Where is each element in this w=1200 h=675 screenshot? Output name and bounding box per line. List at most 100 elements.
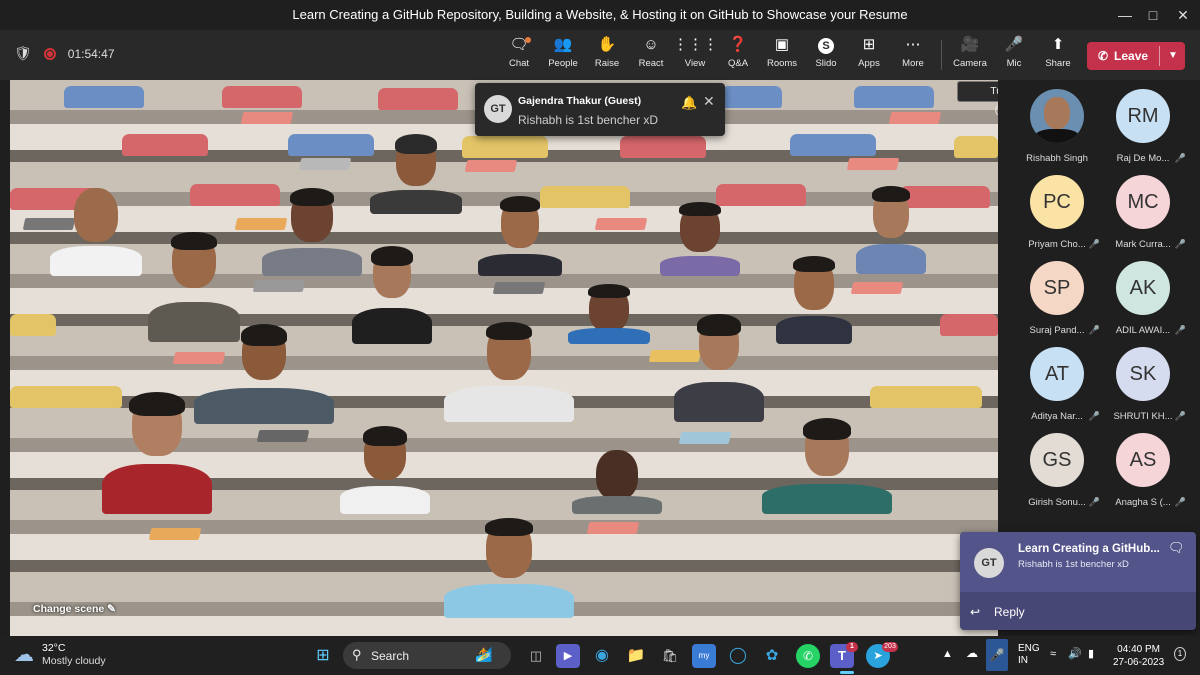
seat xyxy=(940,314,998,336)
maximize-icon[interactable]: □ xyxy=(1136,0,1170,30)
chevron-down-icon[interactable]: ▼ xyxy=(1161,42,1185,70)
participant-video[interactable] xyxy=(50,188,142,276)
participant-video[interactable] xyxy=(674,314,764,422)
participant-tile[interactable]: MC Mark Curra... 🎤 xyxy=(1098,166,1188,252)
whatsapp-icon[interactable]: ✆ xyxy=(796,644,820,668)
participant-video[interactable] xyxy=(262,188,362,276)
participant-video[interactable] xyxy=(102,392,212,514)
windows-start-icon[interactable]: ⊞ xyxy=(311,644,335,668)
language-indicator[interactable]: ENG IN xyxy=(1018,643,1040,667)
avatar: RM xyxy=(1116,89,1170,143)
leave-main[interactable]: ✆ Leave xyxy=(1087,42,1159,70)
qa-icon: ❓ xyxy=(728,36,748,53)
seat xyxy=(10,314,56,336)
raise-hand-button[interactable]: ✋ Raise xyxy=(585,34,629,76)
mysql-icon[interactable]: my xyxy=(692,644,716,668)
participant-video[interactable] xyxy=(444,518,574,618)
avatar: AT xyxy=(1030,347,1084,401)
participant-video[interactable] xyxy=(194,324,334,424)
seat xyxy=(122,134,208,156)
share-button[interactable]: ⬆ Share xyxy=(1036,34,1080,76)
mic-off-icon: 🎤 xyxy=(1174,411,1186,421)
weather-widget[interactable]: ☁ 32°C Mostly cloudy xyxy=(14,642,106,667)
reply-button[interactable]: ↩ Reply xyxy=(960,594,1196,630)
participant-video[interactable] xyxy=(762,418,892,514)
qa-button[interactable]: ❓ Q&A xyxy=(716,34,760,76)
participant-video[interactable] xyxy=(352,246,432,344)
meet-icon[interactable]: ▶ xyxy=(556,644,580,668)
participant-video[interactable] xyxy=(444,322,574,422)
task-view-icon[interactable]: ◫ xyxy=(524,644,548,668)
participant-tile[interactable]: AS Anagha S (... 🎤 xyxy=(1098,424,1188,510)
battery-icon[interactable]: ▮ xyxy=(1088,647,1094,660)
participant-tile[interactable]: RM Raj De Mo... 🎤 xyxy=(1098,80,1188,166)
teams-icon[interactable]: T1 xyxy=(830,642,858,668)
edge-icon[interactable]: ◉ xyxy=(590,644,614,668)
people-icon: 👥 xyxy=(553,36,573,53)
smiley-icon: ☺ xyxy=(643,36,659,53)
participant-tile[interactable]: AK ADIL AWAI... 🎤 xyxy=(1098,252,1188,338)
notebook xyxy=(148,528,202,540)
wifi-icon[interactable]: ≈ xyxy=(1050,648,1056,660)
participant-tile[interactable]: SK SHRUTI KH... 🎤 xyxy=(1098,338,1188,424)
store-icon[interactable]: 🛍 xyxy=(658,644,682,668)
taskbar-search[interactable]: ⚲ Search 🏄 xyxy=(343,642,511,669)
change-scene-button[interactable]: Change scene ✎ xyxy=(33,603,116,615)
window-title: Learn Creating a GitHub Repository, Buil… xyxy=(292,7,908,22)
participant-video[interactable] xyxy=(370,134,462,214)
file-explorer-icon[interactable]: 📁 xyxy=(624,644,648,668)
notebook xyxy=(464,160,518,172)
participant-video[interactable] xyxy=(340,426,430,514)
mic-icon[interactable]: 🎤 xyxy=(986,639,1008,671)
notification-message: Rishabh is 1st bencher xD xyxy=(1018,559,1129,570)
participant-video[interactable] xyxy=(478,196,562,276)
notification-header[interactable]: GT Learn Creating a GitHub... Rishabh is… xyxy=(960,532,1196,592)
participant-video[interactable] xyxy=(568,284,650,344)
participant-tile[interactable]: Rishabh Singh xyxy=(1012,80,1102,166)
onedrive-icon[interactable]: ☁ xyxy=(966,646,978,660)
mic-button[interactable]: 🎤 Mic xyxy=(992,34,1036,76)
alexa-icon[interactable]: ◯ xyxy=(726,644,750,668)
more-button[interactable]: ⋯ More xyxy=(891,34,935,76)
more-icon: ⋯ xyxy=(905,36,921,53)
chat-toast[interactable]: GT Gajendra Thakur (Guest) Rishabh is 1s… xyxy=(475,83,725,136)
slido-icon: S xyxy=(804,34,848,56)
participant-tile[interactable]: GS Girish Sonu... 🎤 xyxy=(1012,424,1102,510)
avatar: SK xyxy=(1116,347,1170,401)
participant-video[interactable] xyxy=(572,450,662,514)
people-button[interactable]: 👥 People xyxy=(541,34,585,76)
seat xyxy=(378,88,458,110)
participant-video[interactable] xyxy=(776,256,852,344)
slido-button[interactable]: S Slido xyxy=(804,34,848,76)
notebook xyxy=(678,432,732,444)
camera-button[interactable]: 🎥 Camera xyxy=(948,34,992,76)
leave-button[interactable]: ✆ Leave ▼ xyxy=(1087,42,1185,70)
chevron-up-icon[interactable]: ▲ xyxy=(942,648,953,660)
participant-video[interactable] xyxy=(660,202,740,276)
notification-center-icon[interactable]: 1 xyxy=(1174,647,1186,661)
participant-tile[interactable]: PC Priyam Cho... 🎤 xyxy=(1012,166,1102,252)
chat-button[interactable]: 🗨 Chat xyxy=(497,34,541,76)
title-bar: Learn Creating a GitHub Repository, Buil… xyxy=(0,0,1200,30)
participant-tile[interactable]: SP Suraj Pand... 🎤 xyxy=(1012,252,1102,338)
clock[interactable]: 04:40 PM 27-06-2023 xyxy=(1113,643,1164,669)
telegram-icon[interactable]: ➤ 203 xyxy=(866,642,898,668)
react-button[interactable]: ☺ React xyxy=(629,34,673,76)
close-icon[interactable]: ✕ xyxy=(703,93,715,110)
apps-button[interactable]: ⊞ Apps xyxy=(847,34,891,76)
participant-tile[interactable]: AT Aditya Nar... 🎤 xyxy=(1012,338,1102,424)
rooms-button[interactable]: ▣ Rooms xyxy=(760,34,804,76)
avatar: PC xyxy=(1030,175,1084,229)
notebook xyxy=(240,112,294,124)
chat-notification[interactable]: GT Learn Creating a GitHub... Rishabh is… xyxy=(960,532,1196,630)
view-button[interactable]: ⋮⋮⋮ View xyxy=(673,34,718,76)
notebook xyxy=(256,430,310,442)
chat-icon: 🗨 xyxy=(509,36,529,53)
mute-notifications-icon[interactable]: 🔔 xyxy=(681,95,697,111)
participant-video[interactable] xyxy=(856,186,926,274)
app-icon[interactable]: ✿ xyxy=(760,644,784,668)
share-icon: ⬆ xyxy=(1051,36,1065,53)
close-icon[interactable]: ✕ xyxy=(1166,0,1200,30)
volume-icon[interactable]: 🔊 xyxy=(1068,647,1082,660)
hand-icon: ✋ xyxy=(597,36,617,53)
